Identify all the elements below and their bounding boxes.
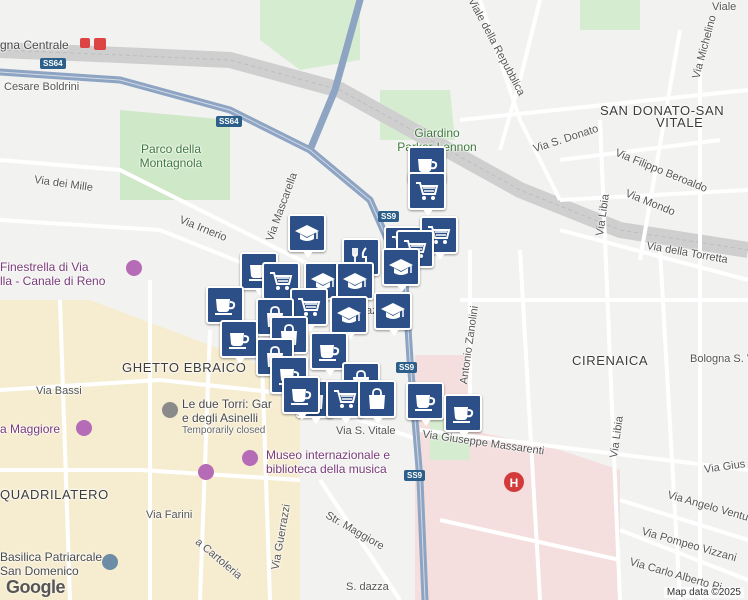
street-label: Viale	[712, 1, 737, 13]
street-label: Cesare Boldrini	[4, 81, 80, 93]
route-shield: SS64	[216, 116, 242, 127]
poi-label: Basilica Patriarcale San Domenico	[0, 550, 103, 578]
map-canvas[interactable]: H gna Centrale Cesare Boldrini SS64 SS64…	[0, 0, 748, 600]
district-label: QUADRILATERO	[0, 487, 109, 502]
poi-label: a Maggiore	[0, 422, 61, 436]
street-label: Bologna S. V	[690, 353, 748, 365]
shopping-cart-icon	[332, 388, 358, 410]
map-marker[interactable]	[358, 380, 396, 424]
map-marker[interactable]	[382, 248, 420, 292]
route-shield: SS64	[40, 58, 66, 69]
district-label: GHETTO EBRAICO	[122, 360, 247, 375]
map-marker[interactable]	[406, 382, 444, 426]
map-marker[interactable]	[330, 296, 368, 340]
coffee-cup-icon	[316, 340, 342, 362]
google-logo: Google	[6, 577, 66, 597]
poi-status: Temporarily closed	[182, 425, 266, 436]
district-label: CIRENAICA	[572, 353, 649, 368]
shopping-cart-icon	[296, 296, 322, 318]
route-shield: SS9	[396, 362, 418, 373]
map-marker[interactable]	[444, 394, 482, 438]
street-label: Via Bassi	[36, 385, 82, 397]
coffee-cup-icon	[212, 294, 238, 316]
shopping-cart-icon	[414, 180, 440, 202]
graduation-cap-icon	[380, 300, 406, 322]
coffee-cup-icon	[450, 402, 476, 424]
coffee-cup-icon	[288, 384, 314, 406]
route-shield: SS9	[378, 211, 400, 222]
map-marker[interactable]	[220, 320, 258, 364]
street-label: Via S. Vitale	[336, 425, 396, 437]
route-shield: SS9	[404, 470, 426, 481]
map-marker[interactable]	[336, 262, 374, 306]
shopping-bag-icon	[364, 388, 390, 410]
graduation-cap-icon	[342, 270, 368, 292]
poi-label: Finestrella di Via lla - Canale di Reno	[0, 260, 106, 288]
park-label: Parco della Montagnola	[139, 142, 203, 170]
coffee-cup-icon	[412, 390, 438, 412]
map-marker[interactable]	[206, 286, 244, 330]
station-label: gna Centrale	[0, 38, 69, 52]
map-marker[interactable]	[282, 376, 320, 420]
street-label: Via Farini	[146, 509, 193, 521]
map-marker[interactable]	[408, 172, 446, 216]
svg-text:H: H	[510, 476, 519, 490]
map-marker[interactable]	[288, 214, 326, 258]
graduation-cap-icon	[388, 256, 414, 278]
graduation-cap-icon	[294, 222, 320, 244]
map-marker[interactable]	[374, 292, 412, 336]
map-attribution[interactable]: Map data ©2025	[663, 587, 744, 598]
coffee-cup-icon	[226, 328, 252, 350]
graduation-cap-icon	[336, 304, 362, 326]
street-label: S. dazza	[346, 581, 389, 593]
poi-label: Museo internazionale e biblioteca della …	[266, 448, 391, 476]
district-label: VITALE	[656, 115, 704, 130]
poi-label: Le due Torri: Gar e degli Asinelli	[182, 397, 272, 425]
